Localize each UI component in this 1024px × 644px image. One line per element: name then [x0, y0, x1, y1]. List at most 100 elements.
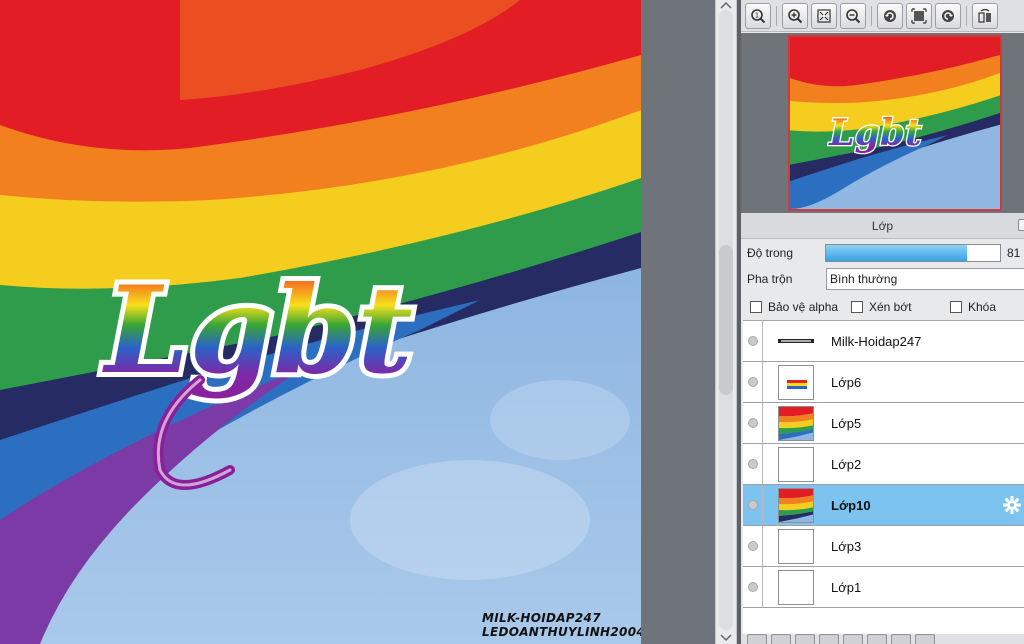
layer-thumbnail [778, 406, 814, 441]
toolbar-separator [871, 5, 872, 26]
checkbox-box[interactable] [851, 301, 863, 313]
merge-layer-button[interactable] [867, 634, 887, 644]
flip-horizontal-icon [978, 8, 991, 23]
layer-name: Lớp1 [831, 580, 862, 595]
delete-layer-button[interactable] [915, 634, 935, 644]
new-layer-button[interactable] [747, 634, 767, 644]
opacity-row: Độ trong 81 [741, 239, 1024, 267]
artwork-text: Lgbt [102, 260, 413, 401]
layer-settings-gear-icon[interactable] [1002, 495, 1022, 515]
clipping-label: Xén bớt [869, 300, 912, 314]
clipping-checkbox[interactable]: Xén bớt [851, 300, 912, 314]
lock-checkbox[interactable]: Khóa [950, 300, 996, 314]
flip-horizontal-button[interactable] [972, 2, 998, 29]
zoom-out-icon [846, 8, 861, 23]
protect-alpha-checkbox[interactable]: Bảo vệ alpha [750, 300, 838, 314]
scroll-thumb[interactable] [719, 245, 733, 395]
fit-screen-button[interactable] [811, 2, 837, 29]
visibility-dot-icon [748, 377, 758, 387]
layer-name: Lớp2 [831, 457, 862, 472]
folder-button[interactable] [843, 634, 863, 644]
layer-row-lop1[interactable]: Lớp1 [743, 567, 1024, 608]
layer-thumbnail [778, 488, 814, 523]
layer-visibility-toggle[interactable] [743, 567, 763, 607]
drawing-canvas[interactable]: Lgbt Lgbt MILK-HOIDAP247 LEDOANTHUYLINH2… [0, 0, 641, 644]
visibility-dot-icon [748, 541, 758, 551]
layer-row-milk-hoidap247[interactable]: Milk-Hoidap247 [743, 321, 1024, 362]
layer-thumbnail [778, 324, 814, 359]
checkbox-box[interactable] [750, 301, 762, 313]
layer-toolbar [741, 634, 1024, 644]
layer-visibility-toggle[interactable] [743, 362, 763, 402]
paint-app-window: Lgbt Lgbt MILK-HOIDAP247 LEDOANTHUYLINH2… [0, 0, 1024, 644]
canvas-vertical-scrollbar[interactable] [715, 0, 737, 644]
layers-panel-title: Lớp [871, 219, 894, 233]
zoom-out-button[interactable] [840, 2, 866, 29]
toolbar-separator [966, 5, 967, 26]
layer-visibility-toggle[interactable] [743, 321, 763, 361]
layers-panel-header: Lớp [741, 213, 1024, 239]
navigator-text: Lgbt [828, 112, 922, 154]
navigator-toolbar: 1 [741, 0, 1024, 32]
layer-row-lop5[interactable]: Lớp5 [743, 403, 1024, 444]
layer-thumbnail [778, 529, 814, 564]
rotate-left-icon [884, 9, 896, 22]
opacity-label: Độ trong [747, 246, 794, 260]
layer-row-lop6[interactable]: Lớp6 [743, 362, 1024, 403]
clear-layer-button[interactable] [891, 634, 911, 644]
layer-tool-button[interactable] [819, 634, 839, 644]
layer-thumbnail [778, 570, 814, 605]
protect-alpha-label: Bảo vệ alpha [768, 300, 839, 314]
fill-window-icon [911, 7, 927, 24]
layer-thumbnail [778, 447, 814, 482]
layer-visibility-toggle[interactable] [743, 444, 763, 484]
layer-name: Lớp3 [831, 539, 862, 554]
rotate-right-button[interactable] [935, 2, 961, 29]
lock-label: Khóa [968, 300, 997, 314]
rotate-left-button[interactable] [877, 2, 903, 29]
visibility-dot-icon [748, 418, 758, 428]
layer-options: Bảo vệ alpha Xén bớt Khóa [741, 294, 1024, 320]
layer-row-lop2[interactable]: Lớp2 [743, 444, 1024, 485]
toolbar-separator [776, 5, 777, 26]
layer-visibility-toggle[interactable] [743, 403, 763, 443]
flag-thumbnail-icon [779, 407, 813, 440]
svg-text:1: 1 [755, 11, 759, 19]
text-art-thumbnail-icon [787, 380, 807, 389]
layer-visibility-toggle[interactable] [743, 526, 763, 566]
checkbox-box[interactable] [950, 301, 962, 313]
panel-menu-button[interactable] [1018, 219, 1024, 231]
visibility-dot-icon [748, 459, 758, 469]
fit-screen-icon [817, 8, 831, 23]
opacity-slider-fill [826, 245, 967, 261]
blend-mode-select[interactable]: Bình thường [826, 268, 1024, 290]
text-layer-thumbnail-icon [778, 339, 814, 343]
watermark-line2: LEDOANTHUYLINH2004 [482, 625, 641, 639]
layer-name: Lớp6 [831, 375, 862, 390]
scroll-down-icon[interactable] [720, 634, 732, 642]
navigator-thumbnail[interactable]: Lgbt Lgbt [788, 35, 1002, 211]
zoom-in-icon [788, 8, 803, 23]
duplicate-layer-button[interactable] [795, 634, 815, 644]
canvas-artwork: Lgbt Lgbt [0, 0, 641, 644]
layer-list: Milk-Hoidap247 Lớp6 Lớp5 Lớp2 Lớp10 Lớp3… [743, 320, 1024, 634]
scroll-up-icon[interactable] [720, 1, 732, 9]
navigator-preview: Lgbt Lgbt [790, 37, 1000, 209]
opacity-slider[interactable] [825, 244, 1001, 262]
layer-name: Milk-Hoidap247 [831, 334, 922, 349]
rotate-right-icon [942, 9, 954, 22]
side-panel: 1 Lgbt Lgbt Lớp Độ trong 81 Pha trộn Bìn… [741, 0, 1024, 644]
canvas-margin [641, 0, 715, 644]
layer-visibility-toggle[interactable] [743, 485, 763, 525]
flag-thumbnail-icon [779, 489, 813, 522]
layer-name: Lớp10 [831, 498, 871, 513]
fill-window-button[interactable] [906, 2, 932, 29]
opacity-value: 81 [1007, 246, 1021, 260]
layer-row-lop10[interactable]: Lớp10 [743, 485, 1024, 526]
navigator-panel: Lgbt Lgbt [741, 33, 1024, 213]
zoom-actual-button[interactable]: 1 [745, 2, 771, 29]
layer-row-lop3[interactable]: Lớp3 [743, 526, 1024, 567]
new-layer-alt-button[interactable] [771, 634, 791, 644]
zoom-actual-icon: 1 [751, 8, 766, 23]
zoom-in-button[interactable] [782, 2, 808, 29]
